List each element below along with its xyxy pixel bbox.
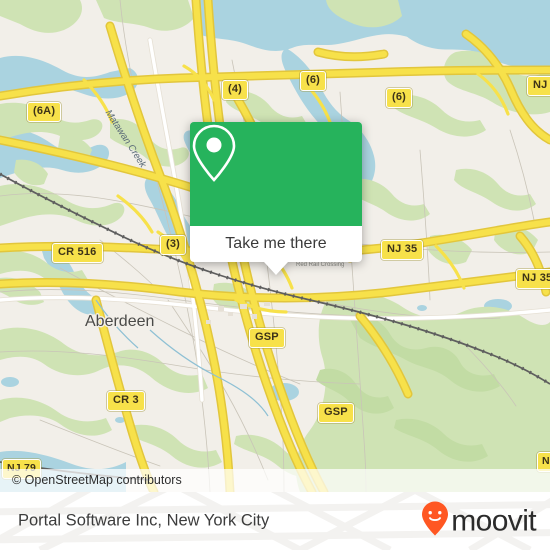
moovit-wordmark: moovit <box>451 504 536 537</box>
road-shield-nj35-mid[interactable]: NJ 35 <box>381 240 424 260</box>
road-shield-nj35-right[interactable]: NJ 35 <box>516 269 550 289</box>
road-shield-6-east[interactable]: (6) <box>386 88 413 108</box>
map-canvas[interactable]: .w { fill:#aad3e0; } .g { fill:#cfe3b4; … <box>0 0 550 492</box>
road-shield-3[interactable]: (3) <box>160 235 187 255</box>
place-label-aberdeen: Aberdeen <box>85 313 155 330</box>
osm-attribution[interactable]: © OpenStreetMap contributors <box>0 469 550 492</box>
moovit-pin-smile-icon <box>421 501 449 542</box>
road-shield-4[interactable]: (4) <box>222 80 249 100</box>
popup-header <box>190 122 362 226</box>
destination-popup-card[interactable]: Take me there <box>190 122 362 275</box>
micro-road-label: Red Rail Crossing <box>296 262 345 268</box>
popup-action-label[interactable]: Take me there <box>190 226 362 262</box>
location-caption: Portal Software Inc, New York City <box>18 511 270 530</box>
road-shield-6-west[interactable]: (6) <box>300 71 327 91</box>
moovit-map-screenshot: .w { fill:#aad3e0; } .g { fill:#cfe3b4; … <box>0 0 550 550</box>
road-shield-cr516[interactable]: CR 516 <box>52 243 103 263</box>
road-shield-gsp-lower[interactable]: GSP <box>318 403 354 423</box>
popup-pointer-tail <box>264 262 288 275</box>
moovit-logo[interactable]: moovit <box>421 501 537 542</box>
footer-bar: Portal Software Inc, New York City moovi… <box>0 492 550 550</box>
road-shield-cr3[interactable]: CR 3 <box>107 391 145 411</box>
road-shield-gsp-upper[interactable]: GSP <box>249 328 285 348</box>
road-shield-6a[interactable]: (6A) <box>27 102 62 122</box>
road-shield-nj35-top[interactable]: NJ 35 <box>527 76 550 96</box>
